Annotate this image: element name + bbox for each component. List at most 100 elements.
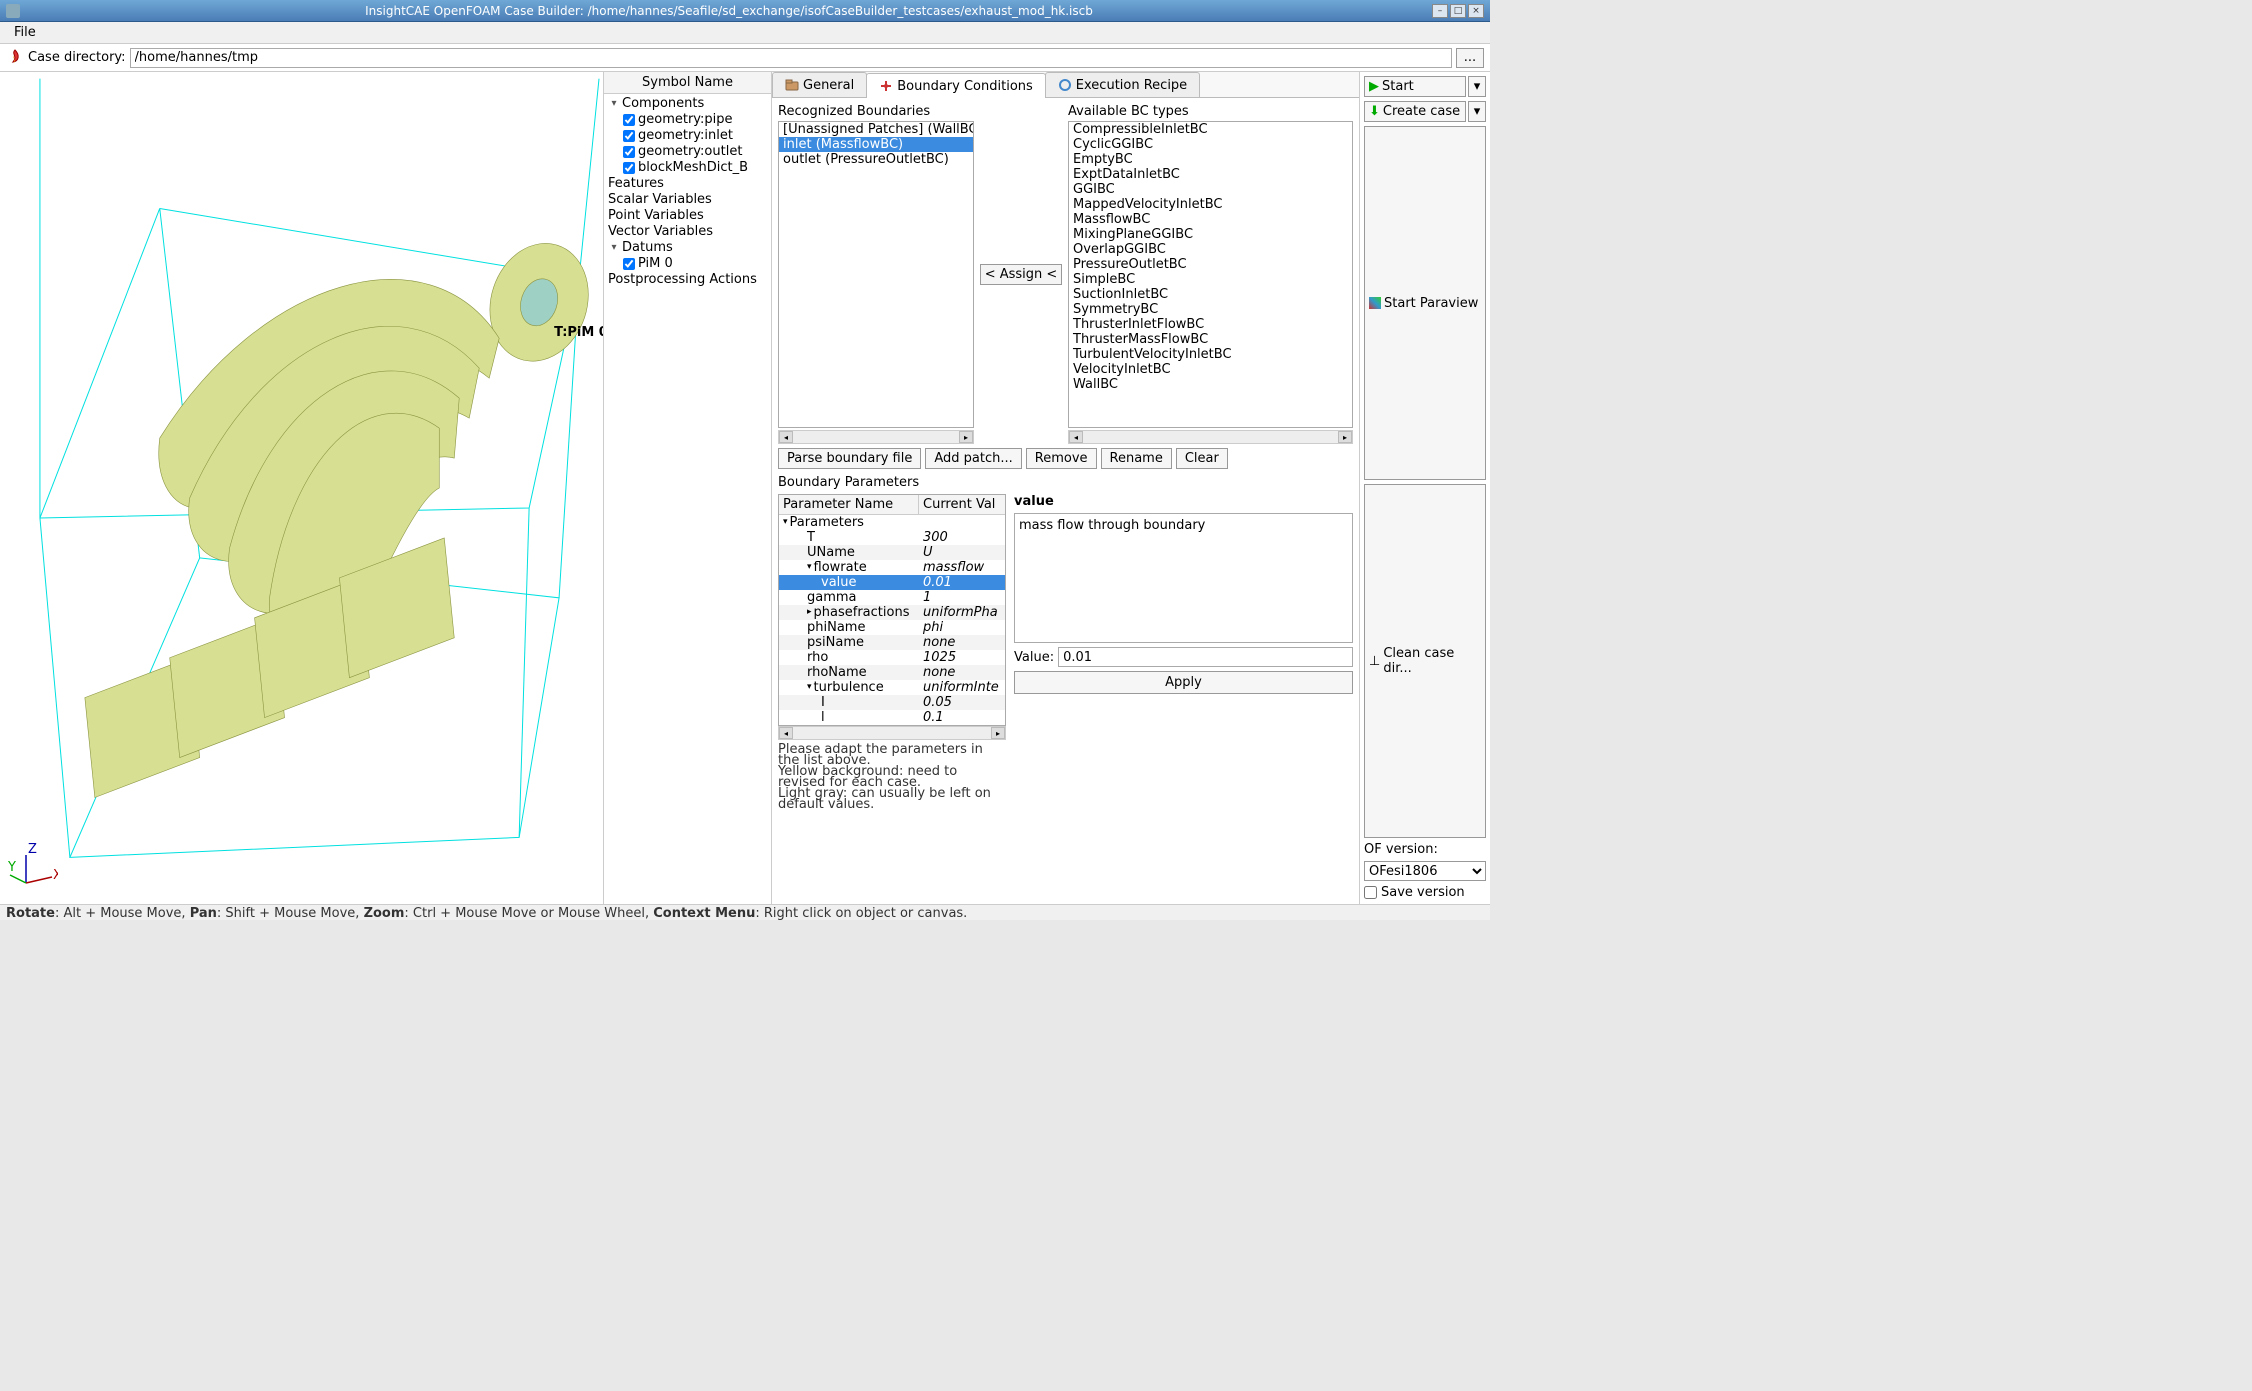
table-row[interactable]: phiNamephi [779, 620, 1005, 635]
hscrollbar[interactable]: ◂▸ [778, 726, 1006, 740]
table-row[interactable]: value0.01 [779, 575, 1005, 590]
datum-label: T:PiM 0 [554, 325, 603, 340]
list-item[interactable]: inlet (MassflowBC) [779, 137, 973, 152]
list-item[interactable]: ThrusterMassFlowBC [1069, 332, 1352, 347]
tree-vector-vars[interactable]: Vector Variables [608, 224, 713, 240]
browse-dir-button[interactable]: ... [1456, 48, 1484, 68]
parse-boundary-button[interactable]: Parse boundary file [778, 448, 921, 469]
table-row[interactable]: ▾ turbulenceuniformInte [779, 680, 1005, 695]
create-case-button[interactable]: ⬇Create case [1364, 101, 1466, 122]
list-item[interactable]: WallBC [1069, 377, 1352, 392]
recognized-boundaries-list[interactable]: [Unassigned Patches] (WallBC)inlet (Mass… [778, 121, 974, 428]
table-row[interactable]: l0.1 [779, 710, 1005, 725]
tree-item[interactable]: geometry:pipe [638, 112, 733, 128]
rename-patch-button[interactable]: Rename [1101, 448, 1172, 469]
assign-button[interactable]: < Assign < [980, 264, 1063, 285]
table-row[interactable]: T300 [779, 530, 1005, 545]
list-item[interactable]: MassflowBC [1069, 212, 1352, 227]
list-item[interactable]: VelocityInletBC [1069, 362, 1352, 377]
create-case-dropdown[interactable]: ▾ [1468, 101, 1486, 122]
list-item[interactable]: CyclicGGIBC [1069, 137, 1352, 152]
tree-features[interactable]: Features [608, 176, 664, 192]
tab-general[interactable]: General [772, 72, 867, 97]
tree-components[interactable]: Components [622, 96, 704, 112]
list-item[interactable]: TurbulentVelocityInletBC [1069, 347, 1352, 362]
hscrollbar[interactable]: ◂▸ [1068, 430, 1353, 444]
paraview-icon [1369, 297, 1381, 309]
tree-point-vars[interactable]: Point Variables [608, 208, 704, 224]
maximize-button[interactable]: □ [1450, 4, 1466, 18]
axes-triad: Z X Y [8, 843, 58, 896]
table-row[interactable]: psiNamenone [779, 635, 1005, 650]
close-button[interactable]: × [1468, 4, 1484, 18]
case-dir-toolbar: Case directory: ... [0, 44, 1490, 72]
list-item[interactable]: [Unassigned Patches] (WallBC) [779, 122, 973, 137]
tree-scalar-vars[interactable]: Scalar Variables [608, 192, 712, 208]
table-row[interactable]: UNameU [779, 545, 1005, 560]
tree-item[interactable]: geometry:outlet [638, 144, 742, 160]
value-input[interactable] [1058, 647, 1353, 667]
window-title: InsightCAE OpenFOAM Case Builder: /home/… [26, 4, 1432, 18]
table-row[interactable]: ▸ phasefractionsuniformPha [779, 605, 1005, 620]
start-paraview-button[interactable]: Start Paraview [1364, 126, 1486, 480]
list-item[interactable]: OverlapGGIBC [1069, 242, 1352, 257]
save-version-checkbox[interactable] [1364, 886, 1377, 899]
svg-text:Z: Z [28, 843, 37, 857]
menu-file[interactable]: File [6, 23, 44, 42]
chk-pim0[interactable] [622, 258, 636, 270]
list-item[interactable]: EmptyBC [1069, 152, 1352, 167]
chk-geometry-inlet[interactable] [622, 130, 636, 142]
value-edit-pane: value mass flow through boundary Value: … [1014, 494, 1353, 898]
minimize-button[interactable]: – [1432, 4, 1448, 18]
table-row[interactable]: I0.05 [779, 695, 1005, 710]
tab-execution-recipe[interactable]: Execution Recipe [1045, 72, 1200, 97]
tree-datums[interactable]: Datums [622, 240, 673, 256]
list-item[interactable]: SuctionInletBC [1069, 287, 1352, 302]
outline-panel: Symbol Name ▾Components geometry:pipe ge… [604, 72, 772, 904]
clear-patches-button[interactable]: Clear [1176, 448, 1228, 469]
outline-tree[interactable]: ▾Components geometry:pipe geometry:inlet… [604, 94, 771, 904]
list-item[interactable]: MixingPlaneGGIBC [1069, 227, 1352, 242]
tree-item[interactable]: PiM 0 [638, 256, 673, 272]
list-item[interactable]: SimpleBC [1069, 272, 1352, 287]
tab-label: General [803, 78, 854, 93]
boundary-params-table[interactable]: Parameter Name Current Val ▾ ParametersT… [778, 494, 1006, 726]
start-button[interactable]: ▶Start [1364, 76, 1466, 97]
table-row[interactable]: gamma1 [779, 590, 1005, 605]
table-row[interactable]: rhoNamenone [779, 665, 1005, 680]
apply-button[interactable]: Apply [1014, 671, 1353, 694]
list-item[interactable]: ThrusterInletFlowBC [1069, 317, 1352, 332]
table-row[interactable]: ▾ flowratemassflow [779, 560, 1005, 575]
general-icon [785, 78, 799, 92]
window-titlebar: InsightCAE OpenFOAM Case Builder: /home/… [0, 0, 1490, 22]
case-dir-input[interactable] [130, 48, 1452, 68]
svg-text:X: X [53, 868, 58, 883]
of-version-select[interactable]: OFesi1806 [1364, 861, 1486, 881]
value-heading: value [1014, 494, 1353, 509]
list-item[interactable]: ExptDataInletBC [1069, 167, 1352, 182]
tree-item[interactable]: blockMeshDict_B [638, 160, 748, 176]
list-item[interactable]: CompressibleInletBC [1069, 122, 1352, 137]
table-row[interactable]: rho1025 [779, 650, 1005, 665]
3d-viewport[interactable]: T:PiM 0 Z X Y [0, 72, 604, 904]
add-patch-button[interactable]: Add patch... [925, 448, 1021, 469]
list-item[interactable]: MappedVelocityInletBC [1069, 197, 1352, 212]
remove-patch-button[interactable]: Remove [1026, 448, 1097, 469]
clean-case-dir-button[interactable]: ⊥Clean case dir... [1364, 484, 1486, 838]
start-dropdown[interactable]: ▾ [1468, 76, 1486, 97]
chk-blockmeshdict[interactable] [622, 162, 636, 174]
of-version-label: OF version: [1364, 842, 1486, 857]
tree-item[interactable]: geometry:inlet [638, 128, 733, 144]
hscrollbar[interactable]: ◂▸ [778, 430, 974, 444]
list-item[interactable]: SymmetryBC [1069, 302, 1352, 317]
chk-geometry-outlet[interactable] [622, 146, 636, 158]
bc-tab-body: Recognized Boundaries [Unassigned Patche… [772, 98, 1359, 904]
tab-boundary-conditions[interactable]: Boundary Conditions [866, 73, 1046, 98]
list-item[interactable]: PressureOutletBC [1069, 257, 1352, 272]
table-row[interactable]: ▾ Parameters [779, 515, 1005, 530]
list-item[interactable]: outlet (PressureOutletBC) [779, 152, 973, 167]
chk-geometry-pipe[interactable] [622, 114, 636, 126]
tree-postproc[interactable]: Postprocessing Actions [608, 272, 757, 288]
list-item[interactable]: GGIBC [1069, 182, 1352, 197]
available-bc-list[interactable]: CompressibleInletBCCyclicGGIBCEmptyBCExp… [1068, 121, 1353, 428]
